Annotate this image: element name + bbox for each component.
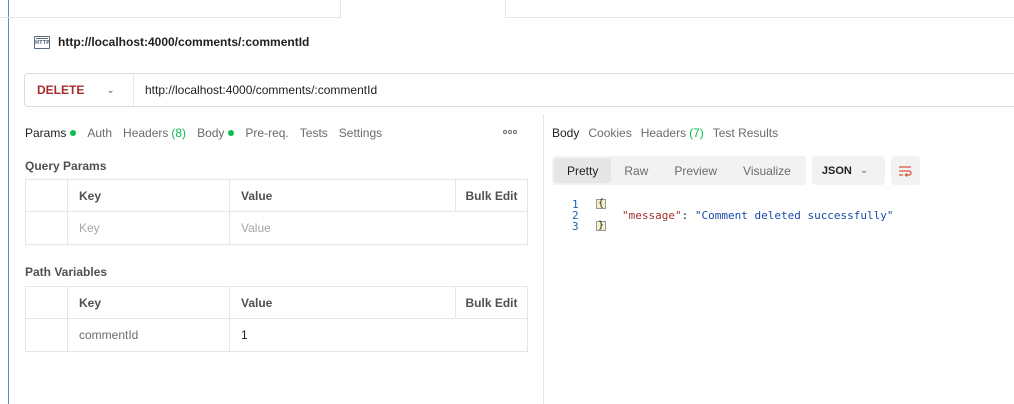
tab-auth[interactable]: Auth bbox=[87, 126, 112, 140]
http-icon: HTTP bbox=[34, 35, 50, 49]
query-params-title: Query Params bbox=[25, 159, 107, 173]
tab-settings[interactable]: Settings bbox=[339, 126, 382, 140]
key-column-header: Key bbox=[68, 180, 230, 211]
path-variables-table: Key Value Bulk Edit commentId 1 bbox=[25, 286, 528, 352]
query-params-table: Key Value Bulk Edit Key Value bbox=[25, 179, 528, 245]
active-dot bbox=[228, 130, 235, 136]
table-header-row: Key Value Bulk Edit bbox=[26, 287, 527, 319]
code-line: 2 "message" : "Comment deleted successfu… bbox=[572, 209, 894, 222]
line-number: 3 bbox=[572, 220, 579, 233]
tab-pre-request[interactable]: Pre-req. bbox=[245, 126, 288, 140]
language-select[interactable]: JSON ⌄ bbox=[811, 156, 885, 185]
path-variable-key: commentId bbox=[68, 319, 230, 351]
key-column-header: Key bbox=[68, 287, 230, 318]
response-tabs: Body Cookies Headers (7) Test Results bbox=[552, 125, 787, 141]
row-checkbox-cell[interactable] bbox=[26, 212, 68, 244]
wrap-lines-button[interactable] bbox=[890, 156, 920, 185]
response-body-viewer[interactable]: 1 { 2 "message" : "Comment deleted succe… bbox=[572, 198, 894, 233]
chevron-down-icon: ⌄ bbox=[859, 165, 869, 176]
path-variable-value-input[interactable]: 1 bbox=[230, 319, 527, 351]
wrap-lines-icon bbox=[899, 165, 912, 177]
tab-test-results[interactable]: Test Results bbox=[713, 126, 778, 140]
request-tabs: Params Auth Headers (8) Body Pre-req. Tes… bbox=[25, 125, 393, 141]
bulk-edit-button[interactable]: Bulk Edit bbox=[455, 180, 527, 211]
pane-divider[interactable] bbox=[543, 114, 544, 404]
method-label: DELETE bbox=[37, 83, 85, 97]
tab-body[interactable]: Body bbox=[197, 126, 235, 140]
tab-cookies[interactable]: Cookies bbox=[588, 126, 631, 140]
value-column-header: Value bbox=[241, 295, 273, 310]
request-tab-strip bbox=[0, 0, 1014, 18]
raw-button[interactable]: Raw bbox=[611, 158, 661, 183]
tab-response-headers[interactable]: Headers (7) bbox=[641, 126, 704, 140]
open-brace: { bbox=[596, 198, 607, 209]
path-variables-title: Path Variables bbox=[25, 265, 108, 279]
response-format-bar: Pretty Raw Preview Visualize JSON ⌄ bbox=[552, 156, 920, 185]
json-value: "Comment deleted successfully" bbox=[694, 209, 894, 222]
table-row: Key Value bbox=[26, 212, 527, 244]
more-options-icon[interactable] bbox=[503, 130, 517, 134]
chevron-down-icon: ⌄ bbox=[106, 84, 115, 96]
request-title-row: HTTP http://localhost:4000/comments/:com… bbox=[34, 34, 309, 50]
json-key: "message" bbox=[622, 209, 682, 222]
value-column-header: Value bbox=[241, 188, 273, 203]
active-request-tab[interactable] bbox=[340, 0, 506, 18]
code-line: 3 } bbox=[572, 221, 894, 232]
table-row: commentId 1 bbox=[26, 319, 527, 351]
bulk-edit-button[interactable]: Bulk Edit bbox=[455, 287, 527, 318]
tab-params[interactable]: Params bbox=[25, 126, 77, 140]
url-bar: DELETE ⌄ http://localhost:4000/comments/… bbox=[24, 73, 1014, 107]
close-brace: } bbox=[596, 220, 607, 231]
tab-response-body[interactable]: Body bbox=[552, 126, 579, 140]
active-dot bbox=[70, 130, 77, 136]
pretty-button[interactable]: Pretty bbox=[554, 158, 612, 183]
url-input[interactable]: http://localhost:4000/comments/:commentI… bbox=[134, 83, 377, 97]
request-title[interactable]: http://localhost:4000/comments/:commentI… bbox=[58, 35, 309, 49]
left-accent-rule bbox=[8, 0, 9, 404]
visualize-button[interactable]: Visualize bbox=[730, 158, 804, 183]
value-input[interactable]: Value bbox=[230, 212, 527, 244]
method-select[interactable]: DELETE ⌄ bbox=[25, 74, 134, 106]
table-header-row: Key Value Bulk Edit bbox=[26, 180, 527, 212]
view-mode-toggle: Pretty Raw Preview Visualize bbox=[552, 156, 806, 185]
tab-tests[interactable]: Tests bbox=[300, 126, 328, 140]
preview-button[interactable]: Preview bbox=[661, 158, 730, 183]
key-input[interactable]: Key bbox=[68, 212, 230, 244]
tab-headers[interactable]: Headers (8) bbox=[123, 126, 186, 140]
